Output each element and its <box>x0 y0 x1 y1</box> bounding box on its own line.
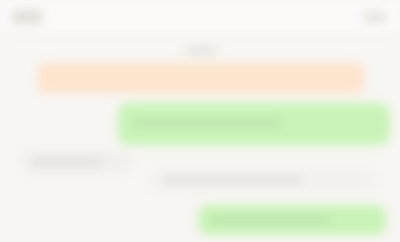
message-text-placeholder <box>132 119 282 127</box>
outgoing-message-bubble[interactable] <box>198 205 386 235</box>
app-header <box>0 0 400 35</box>
system-notice <box>38 63 364 93</box>
menu-icon[interactable] <box>364 11 386 23</box>
message-text-placeholder <box>32 158 102 166</box>
logo-icon <box>12 10 42 24</box>
incoming-message-bubble[interactable] <box>22 151 132 173</box>
chat-area[interactable] <box>0 35 400 242</box>
message-text-placeholder <box>210 216 330 224</box>
chat-app <box>0 0 400 242</box>
incoming-message-bubble[interactable] <box>150 169 376 191</box>
message-timestamp <box>186 47 216 54</box>
message-text-placeholder <box>162 176 302 184</box>
outgoing-message-bubble[interactable] <box>118 103 390 145</box>
